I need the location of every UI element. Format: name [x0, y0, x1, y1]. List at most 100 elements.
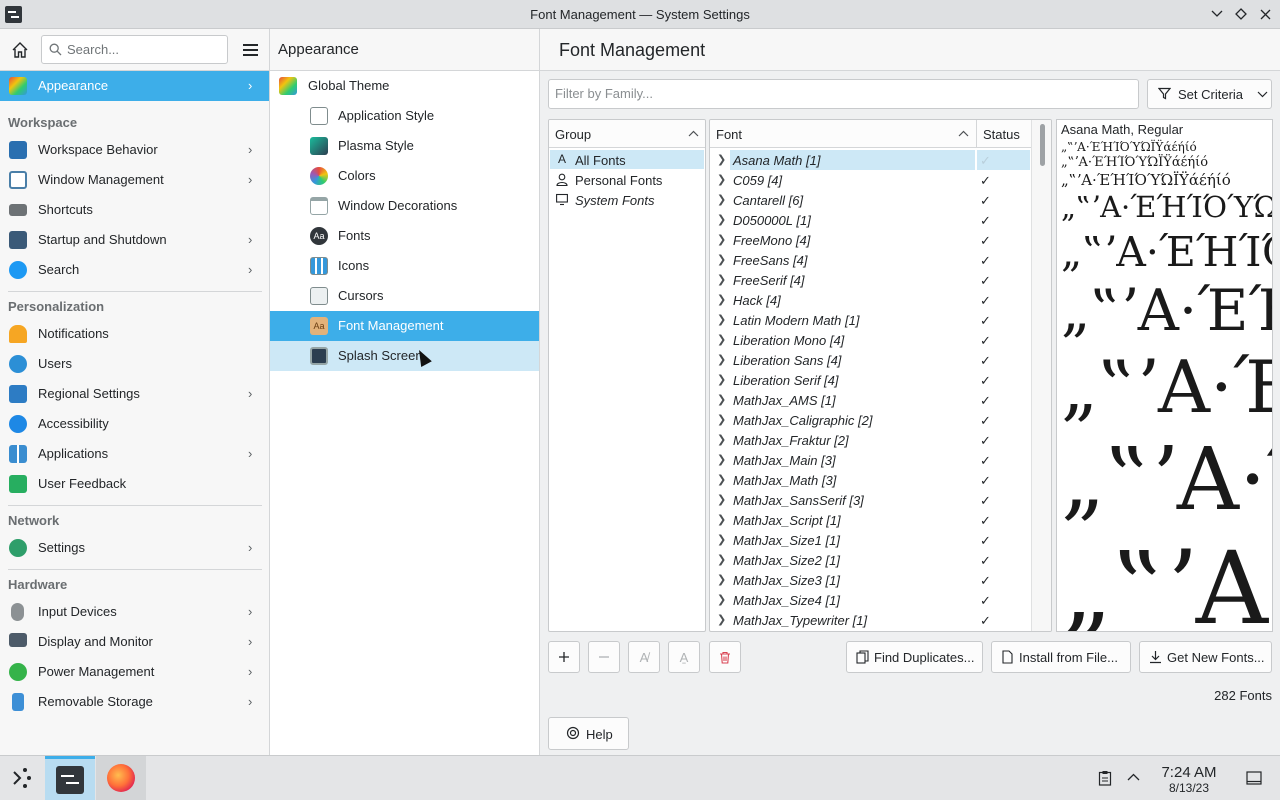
scrollbar-thumb[interactable] — [1040, 124, 1045, 166]
font-row[interactable]: ❯ Liberation Mono [4] ✓ — [710, 330, 1030, 350]
checkmark-icon[interactable]: ✓ — [980, 153, 991, 169]
status-column-header[interactable]: Status — [977, 120, 1031, 148]
font-row[interactable]: ❯ Cantarell [6] ✓ — [710, 190, 1030, 210]
checkmark-icon[interactable]: ✓ — [980, 393, 991, 409]
expand-chevron-icon[interactable]: ❯ — [717, 533, 726, 546]
font-row[interactable]: ❯ MathJax_Script [1] ✓ — [710, 510, 1030, 530]
checkmark-icon[interactable]: ✓ — [980, 353, 991, 369]
minimize-button[interactable] — [1208, 5, 1226, 23]
font-row[interactable]: ❯ MathJax_Math [3] ✓ — [710, 470, 1030, 490]
sidebar-item-notifications[interactable]: Notifications — [0, 319, 269, 349]
expand-chevron-icon[interactable]: ❯ — [717, 293, 726, 306]
checkmark-icon[interactable]: ✓ — [980, 553, 991, 569]
checkmark-icon[interactable]: ✓ — [980, 533, 991, 549]
expand-chevron-icon[interactable]: ❯ — [717, 313, 726, 326]
font-row[interactable]: ❯ MathJax_Size1 [1] ✓ — [710, 530, 1030, 550]
font-column-header[interactable]: Font — [710, 120, 977, 148]
group-system-fonts[interactable]: System Fonts — [550, 190, 704, 209]
font-row[interactable]: ❯ Liberation Serif [4] ✓ — [710, 370, 1030, 390]
subpage-cursors[interactable]: Cursors — [270, 281, 539, 311]
expand-chevron-icon[interactable]: ❯ — [717, 273, 726, 286]
expand-chevron-icon[interactable]: ❯ — [717, 613, 726, 626]
group-all-fonts[interactable]: A All Fonts — [550, 150, 704, 169]
checkmark-icon[interactable]: ✓ — [980, 233, 991, 249]
group-column-header[interactable]: Group — [549, 120, 705, 148]
checkmark-icon[interactable]: ✓ — [980, 433, 991, 449]
expand-chevron-icon[interactable]: ❯ — [717, 433, 726, 446]
font-row[interactable]: ❯ D050000L [1] ✓ — [710, 210, 1030, 230]
subpage-colors[interactable]: Colors — [270, 161, 539, 191]
clock-time[interactable]: 7:24 AM — [1150, 764, 1228, 781]
subpage-plasma-style[interactable]: Plasma Style — [270, 131, 539, 161]
sidebar-item-window-management[interactable]: Window Management › — [0, 165, 269, 195]
expand-chevron-icon[interactable]: ❯ — [717, 573, 726, 586]
subpage-application-style[interactable]: Application Style — [270, 101, 539, 131]
font-row[interactable]: ❯ MathJax_Size4 [1] ✓ — [710, 590, 1030, 610]
scrollbar[interactable] — [1031, 120, 1051, 631]
checkmark-icon[interactable]: ✓ — [980, 513, 991, 529]
application-launcher-button[interactable] — [8, 764, 36, 792]
sidebar-item-network-settings[interactable]: Settings › — [0, 533, 269, 563]
font-row[interactable]: ❯ MathJax_SansSerif [3] ✓ — [710, 490, 1030, 510]
clock-date[interactable]: 8/13/23 — [1150, 781, 1228, 795]
sidebar-item-accessibility[interactable]: Accessibility — [0, 409, 269, 439]
sidebar-item-regional-settings[interactable]: Regional Settings › — [0, 379, 269, 409]
checkmark-icon[interactable]: ✓ — [980, 453, 991, 469]
expand-chevron-icon[interactable]: ❯ — [717, 253, 726, 266]
expand-chevron-icon[interactable]: ❯ — [717, 213, 726, 226]
checkmark-icon[interactable]: ✓ — [980, 413, 991, 429]
disable-font-button[interactable]: A̱ — [668, 641, 700, 673]
system-tray-expand-icon[interactable] — [1127, 770, 1140, 789]
sidebar-item-appearance[interactable]: Appearance › — [0, 71, 269, 101]
checkmark-icon[interactable]: ✓ — [980, 253, 991, 269]
expand-chevron-icon[interactable]: ❯ — [717, 333, 726, 346]
maximize-button[interactable] — [1232, 5, 1250, 23]
remove-group-button[interactable] — [588, 641, 620, 673]
sidebar-item-power-management[interactable]: Power Management › — [0, 657, 269, 687]
find-duplicates-button[interactable]: Find Duplicates... — [846, 641, 983, 673]
subpage-icons[interactable]: Icons — [270, 251, 539, 281]
task-firefox[interactable] — [96, 756, 146, 800]
subpage-font-management[interactable]: Aa Font Management — [270, 311, 539, 341]
font-row[interactable]: ❯ MathJax_Typewriter [1] ✓ — [710, 610, 1030, 630]
add-group-button[interactable] — [548, 641, 580, 673]
expand-chevron-icon[interactable]: ❯ — [717, 153, 726, 166]
expand-chevron-icon[interactable]: ❯ — [717, 453, 726, 466]
checkmark-icon[interactable]: ✓ — [980, 373, 991, 389]
install-from-file-button[interactable]: Install from File... — [991, 641, 1131, 673]
checkmark-icon[interactable]: ✓ — [980, 613, 991, 629]
subpage-global-theme[interactable]: Global Theme — [270, 71, 539, 101]
task-system-settings[interactable] — [45, 756, 95, 800]
font-row[interactable]: ❯ MathJax_Caligraphic [2] ✓ — [710, 410, 1030, 430]
sidebar-item-applications[interactable]: Applications › — [0, 439, 269, 469]
filter-field[interactable] — [548, 79, 1139, 109]
sidebar-item-removable-storage[interactable]: Removable Storage › — [0, 687, 269, 717]
subpage-fonts[interactable]: Aa Fonts — [270, 221, 539, 251]
font-row[interactable]: ❯ Latin Modern Math [1] ✓ — [710, 310, 1030, 330]
checkmark-icon[interactable]: ✓ — [980, 173, 991, 189]
sidebar-item-users[interactable]: Users — [0, 349, 269, 379]
clipboard-icon[interactable] — [1098, 770, 1112, 789]
checkmark-icon[interactable]: ✓ — [980, 333, 991, 349]
font-row[interactable]: ❯ Asana Math [1] ✓ — [710, 150, 1030, 170]
checkmark-icon[interactable]: ✓ — [980, 293, 991, 309]
expand-chevron-icon[interactable]: ❯ — [717, 393, 726, 406]
sidebar-item-display-monitor[interactable]: Display and Monitor › — [0, 627, 269, 657]
search-field[interactable] — [41, 35, 228, 64]
sidebar-item-startup-shutdown[interactable]: Startup and Shutdown › — [0, 225, 269, 255]
help-button[interactable]: Help — [548, 717, 629, 750]
font-row[interactable]: ❯ FreeSerif [4] ✓ — [710, 270, 1030, 290]
font-row[interactable]: ❯ MathJax_Main [3] ✓ — [710, 450, 1030, 470]
expand-chevron-icon[interactable]: ❯ — [717, 553, 726, 566]
expand-chevron-icon[interactable]: ❯ — [717, 593, 726, 606]
get-new-fonts-button[interactable]: Get New Fonts... — [1139, 641, 1272, 673]
expand-chevron-icon[interactable]: ❯ — [717, 493, 726, 506]
expand-chevron-icon[interactable]: ❯ — [717, 353, 726, 366]
font-row[interactable]: ❯ Hack [4] ✓ — [710, 290, 1030, 310]
group-personal-fonts[interactable]: Personal Fonts — [550, 170, 704, 189]
checkmark-icon[interactable]: ✓ — [980, 593, 991, 609]
checkmark-icon[interactable]: ✓ — [980, 473, 991, 489]
font-row[interactable]: ❯ C059 [4] ✓ — [710, 170, 1030, 190]
checkmark-icon[interactable]: ✓ — [980, 573, 991, 589]
enable-font-button[interactable]: A̸ — [628, 641, 660, 673]
